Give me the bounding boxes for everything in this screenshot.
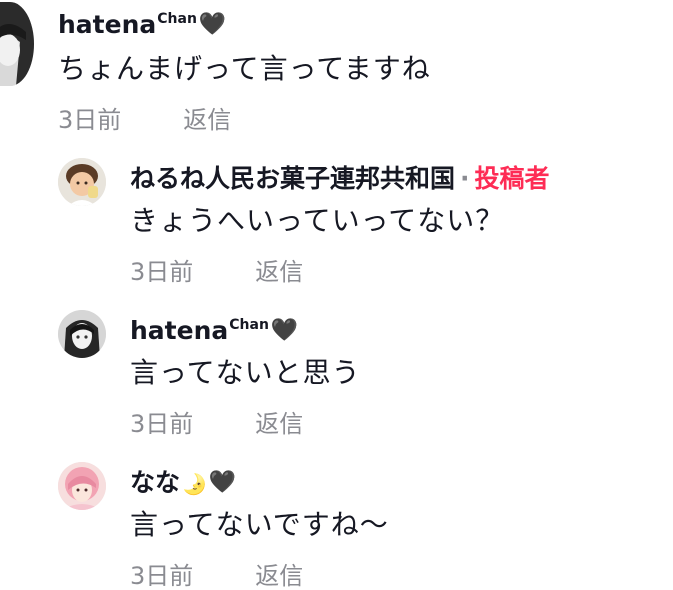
comment-username[interactable]: hatenaChan🖤 bbox=[58, 10, 226, 44]
comment-username[interactable]: hatenaChan🖤 bbox=[130, 316, 298, 350]
avatar[interactable] bbox=[58, 462, 106, 510]
username-text: hatena bbox=[58, 10, 157, 39]
comment-text: ちょんまげって言ってますね bbox=[58, 52, 431, 85]
black-heart-icon: 🖤 bbox=[270, 318, 299, 343]
comment-meta: 3日前 返信 bbox=[130, 258, 303, 286]
username-text: なな bbox=[130, 468, 181, 497]
author-badge: 投稿者 bbox=[474, 164, 550, 193]
comment-text: 言ってないですね〜 bbox=[130, 508, 389, 541]
comment-time: 3日前 bbox=[130, 410, 194, 438]
comment-time: 3日前 bbox=[130, 258, 194, 286]
reply-button[interactable]: 返信 bbox=[255, 562, 303, 590]
crescent-moon-icon: 🌛 bbox=[182, 472, 207, 496]
avatar-child-photo-icon bbox=[58, 158, 106, 206]
comment-username[interactable]: ねるね人民お菓子連邦共和国 · 投稿者 bbox=[130, 164, 550, 194]
reply-button[interactable]: 返信 bbox=[255, 258, 303, 286]
comment-username[interactable]: なな 🌛🖤 bbox=[130, 468, 236, 499]
username-text: ねるね人民お菓子連邦共和国 bbox=[130, 164, 456, 193]
black-heart-icon: 🖤 bbox=[208, 470, 237, 495]
separator-dot: · bbox=[460, 164, 470, 193]
avatar[interactable] bbox=[58, 310, 106, 358]
black-heart-icon: 🖤 bbox=[198, 12, 227, 37]
comment-meta: 3日前 返信 bbox=[58, 106, 231, 134]
avatar[interactable] bbox=[0, 2, 34, 86]
comment-meta: 3日前 返信 bbox=[130, 562, 303, 590]
avatar-anime-girl-icon bbox=[0, 2, 34, 86]
avatar[interactable] bbox=[58, 158, 106, 206]
comment-meta: 3日前 返信 bbox=[130, 410, 303, 438]
comment-text: きょうへいっていってない？ bbox=[130, 204, 505, 237]
avatar-anime-girl-icon bbox=[58, 310, 106, 358]
comment-time: 3日前 bbox=[130, 562, 194, 590]
comment-time: 3日前 bbox=[58, 106, 122, 134]
username-superscript: Chan bbox=[157, 11, 197, 27]
reply-button[interactable]: 返信 bbox=[255, 410, 303, 438]
reply-button[interactable]: 返信 bbox=[183, 106, 231, 134]
username-text: hatena bbox=[130, 316, 229, 345]
avatar-pink-hair-icon bbox=[58, 462, 106, 510]
username-superscript: Chan bbox=[229, 317, 269, 333]
comment-text: 言ってないと思う bbox=[130, 356, 361, 389]
